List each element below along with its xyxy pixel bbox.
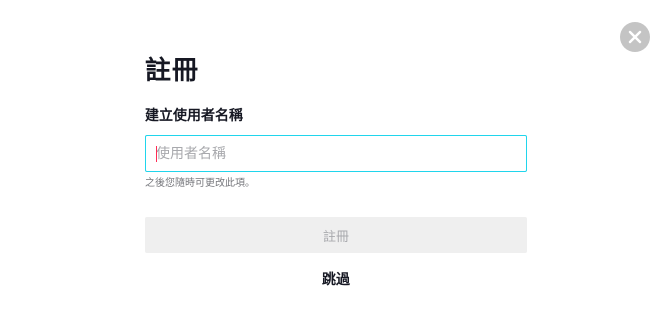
close-icon — [628, 30, 642, 44]
signup-dialog: 註冊 建立使用者名稱 之後您隨時可更改此項。 註冊 跳過 — [0, 0, 670, 332]
text-caret — [156, 146, 157, 162]
signup-button[interactable]: 註冊 — [145, 217, 527, 253]
page-title: 註冊 — [145, 56, 200, 86]
skip-link[interactable]: 跳過 — [145, 270, 527, 290]
username-label: 建立使用者名稱 — [145, 108, 243, 124]
username-input[interactable] — [146, 136, 526, 171]
username-field-wrapper — [145, 135, 527, 172]
close-button[interactable] — [620, 22, 650, 52]
username-hint: 之後您隨時可更改此項。 — [145, 178, 255, 189]
